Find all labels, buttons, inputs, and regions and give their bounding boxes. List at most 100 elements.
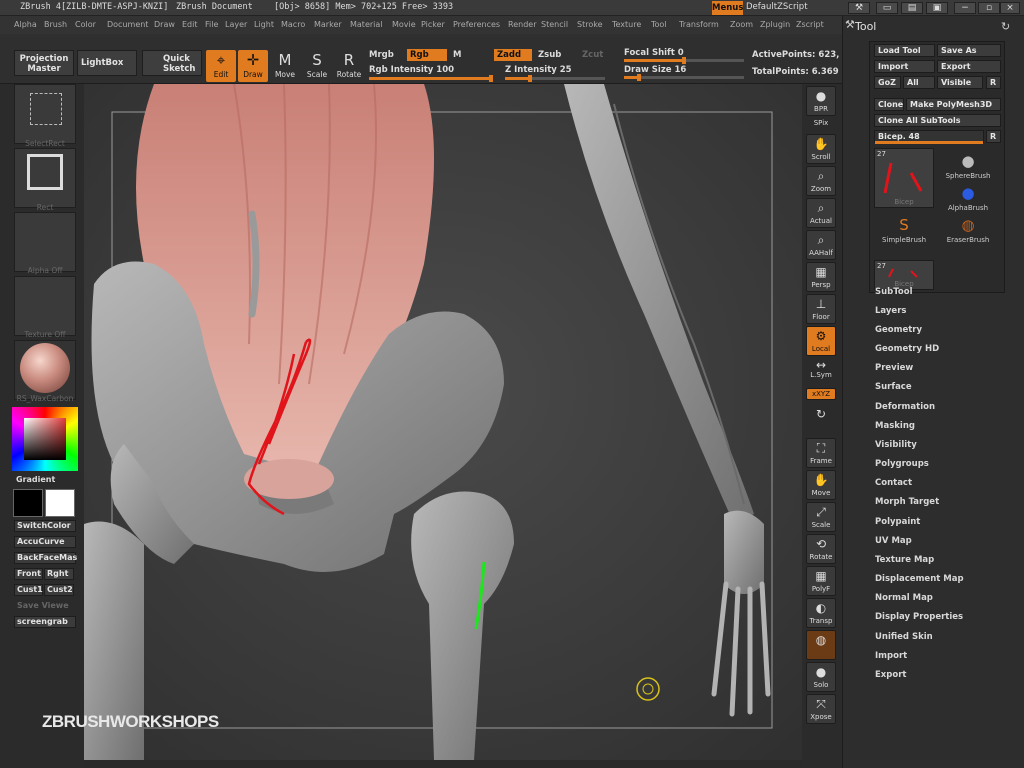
save-view-button[interactable]: Save Viewe (14, 600, 76, 612)
refresh-icon[interactable]: ↻ (1001, 20, 1010, 33)
export-button[interactable]: Export (937, 60, 1001, 73)
menu-edit[interactable]: Edit (182, 20, 198, 29)
transp-button[interactable]: ◐ Transp (806, 598, 836, 628)
tool-palette-title[interactable]: Tool (855, 20, 876, 33)
section-preview[interactable]: Preview (875, 363, 913, 373)
move-mode-button[interactable]: M Move (270, 50, 300, 82)
minimize-icon[interactable]: − (954, 2, 976, 14)
viewport-canvas[interactable] (84, 84, 802, 760)
section-geometry-hd[interactable]: Geometry HD (875, 344, 939, 354)
sphere-brush-tool[interactable]: ● SphereBrush (938, 150, 998, 180)
draw-size-track[interactable] (624, 74, 744, 81)
bpr-button[interactable]: ● BPR (806, 86, 836, 116)
menu-zplugin[interactable]: Zplugin (760, 20, 790, 29)
switch-color-button[interactable]: SwitchColor (14, 520, 76, 532)
menu-light[interactable]: Light (254, 20, 274, 29)
tool-thumbnail-bicep-2[interactable]: 27 Bicep (874, 260, 934, 290)
menu-color[interactable]: Color (75, 20, 96, 29)
lightbox-button[interactable]: LightBox (77, 50, 137, 76)
move-view-button[interactable]: ✋ Move (806, 470, 836, 500)
menu-stencil[interactable]: Stencil (541, 20, 568, 29)
menu-macro[interactable]: Macro (281, 20, 305, 29)
rgb-toggle[interactable]: Rgb (407, 49, 447, 61)
screengrab-button[interactable]: screengrab (14, 616, 76, 628)
section-normal-map[interactable]: Normal Map (875, 593, 933, 603)
xpose-button[interactable]: ⤧ Xpose (806, 694, 836, 724)
import-button[interactable]: Import (874, 60, 935, 73)
section-display-properties[interactable]: Display Properties (875, 612, 963, 622)
section-export[interactable]: Export (875, 670, 906, 680)
goz-visible-button[interactable]: Visible (937, 76, 983, 89)
ui-icon[interactable]: ▤ (901, 2, 923, 14)
rotate-mode-button[interactable]: R Rotate (334, 50, 364, 82)
xyz-symmetry-button[interactable]: xXYZ (806, 388, 836, 400)
texture-button[interactable] (14, 276, 76, 336)
edit-mode-button[interactable]: ⌖ Edit (206, 50, 236, 82)
rgb-intensity-slider[interactable]: Rgb Intensity 100 (369, 65, 454, 75)
backface-mask-button[interactable]: BackFaceMas (14, 552, 77, 564)
section-uv-map[interactable]: UV Map (875, 536, 912, 546)
scale-view-button[interactable]: ⤢ Scale (806, 502, 836, 532)
section-deformation[interactable]: Deformation (875, 402, 935, 412)
accucurve-button[interactable]: AccuCurve (14, 536, 76, 548)
zoom-button[interactable]: ⌕ Zoom (806, 166, 836, 196)
rgb-intensity-track[interactable] (369, 75, 493, 82)
scroll-button[interactable]: ✋ Scroll (806, 134, 836, 164)
menu-layer[interactable]: Layer (225, 20, 247, 29)
menu-material[interactable]: Material (350, 20, 383, 29)
help-icon[interactable]: ⚒ (848, 2, 870, 14)
menu-preferences[interactable]: Preferences (453, 20, 500, 29)
front-view-button[interactable]: Front (14, 568, 43, 580)
scale-mode-button[interactable]: S Scale (302, 50, 332, 82)
section-surface[interactable]: Surface (875, 382, 912, 392)
material-button[interactable] (14, 340, 76, 400)
layout-icon[interactable]: ▭ (876, 2, 898, 14)
menu-alpha[interactable]: Alpha (14, 20, 37, 29)
draw-size-slider[interactable]: Draw Size 16 (624, 65, 686, 75)
tool-thumbnail-bicep[interactable]: 27 Bicep (874, 148, 934, 208)
zcut-toggle[interactable]: Zcut (582, 50, 603, 60)
current-tool-slider[interactable]: Bicep. 48 (874, 130, 984, 144)
section-polypaint[interactable]: Polypaint (875, 517, 920, 527)
menu-render[interactable]: Render (508, 20, 536, 29)
section-geometry[interactable]: Geometry (875, 325, 922, 335)
section-displacement-map[interactable]: Displacement Map (875, 574, 964, 584)
z-intensity-track[interactable] (505, 75, 605, 82)
menu-brush[interactable]: Brush (44, 20, 67, 29)
save-as-button[interactable]: Save As (937, 44, 1001, 57)
section-import[interactable]: Import (875, 651, 907, 661)
menu-texture[interactable]: Texture (612, 20, 641, 29)
section-visibility[interactable]: Visibility (875, 440, 917, 450)
menu-picker[interactable]: Picker (421, 20, 445, 29)
eraser-brush-tool[interactable]: ◍ EraserBrush (938, 214, 998, 244)
draw-mode-button[interactable]: ✛ Draw (238, 50, 268, 82)
menu-movie[interactable]: Movie (392, 20, 416, 29)
alpha-brush-tool[interactable]: ● AlphaBrush (938, 182, 998, 212)
menu-zscript[interactable]: Zscript (796, 20, 824, 29)
secondary-color-swatch[interactable] (45, 489, 75, 517)
maximize-icon[interactable]: ▫ (978, 2, 1000, 14)
section-contact[interactable]: Contact (875, 478, 912, 488)
custom2-view-button[interactable]: Cust2 (44, 584, 74, 596)
goz-r-button[interactable]: R (986, 76, 1001, 89)
menu-draw[interactable]: Draw (154, 20, 175, 29)
current-tool-track[interactable] (875, 141, 983, 144)
goz-button[interactable]: GoZ (874, 76, 901, 89)
section-texture-map[interactable]: Texture Map (875, 555, 934, 565)
persp-button[interactable]: ▦ Persp (806, 262, 836, 292)
menu-document[interactable]: Document (107, 20, 148, 29)
section-subtool[interactable]: SubTool (875, 287, 913, 297)
custom1-view-button[interactable]: Cust1 (14, 584, 43, 596)
right-view-button[interactable]: Rght (44, 568, 74, 580)
clone-button[interactable]: Clone (874, 98, 904, 111)
focal-shift-slider[interactable]: Focal Shift 0 (624, 48, 684, 58)
select-rect-button[interactable] (14, 84, 76, 144)
mrgb-toggle[interactable]: Mrgb (369, 50, 394, 60)
lock-icon[interactable]: ▣ (926, 2, 948, 14)
solo-button[interactable]: ● Solo (806, 662, 836, 692)
section-polygroups[interactable]: Polygroups (875, 459, 929, 469)
menu-zoom[interactable]: Zoom (730, 20, 753, 29)
saturation-square[interactable] (24, 418, 66, 460)
spix-slider[interactable]: SPix (806, 118, 836, 132)
rotation-axes[interactable]: ↻ (806, 404, 836, 430)
